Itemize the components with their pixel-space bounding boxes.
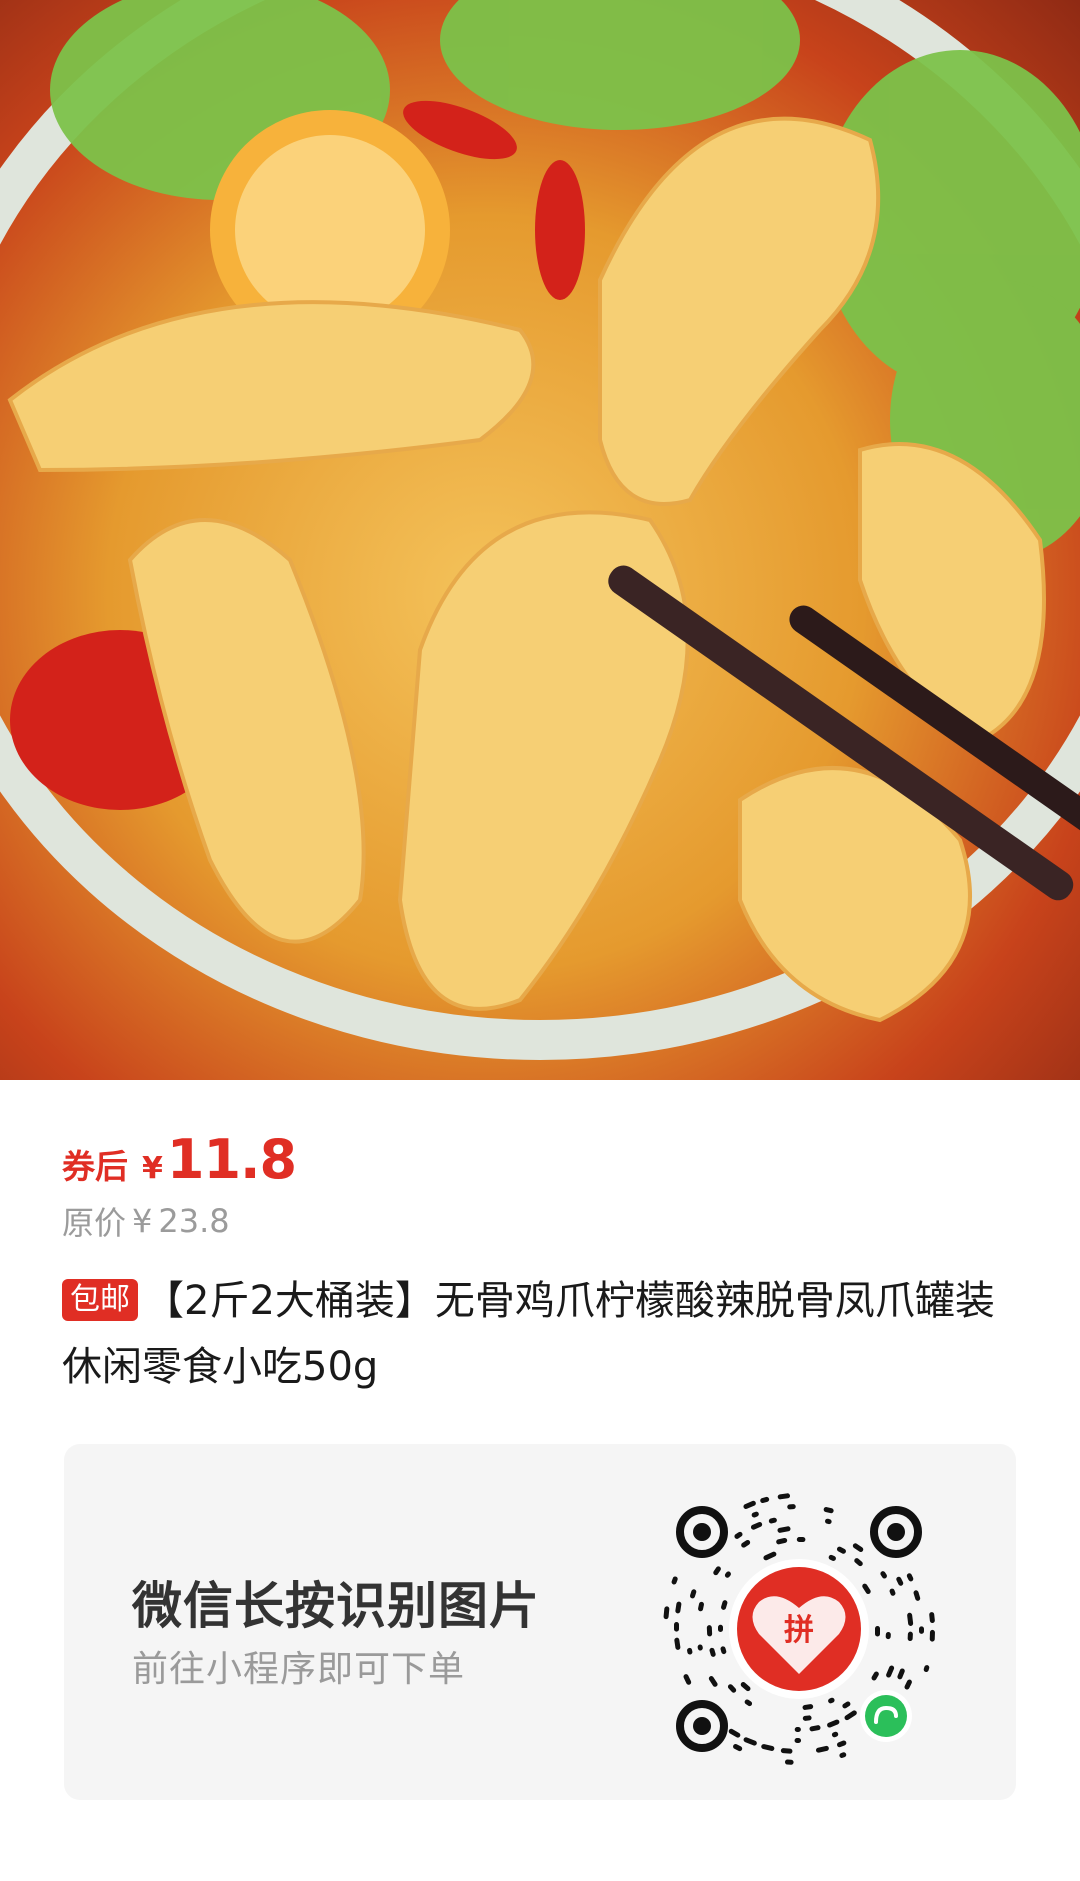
currency-symbol: ¥	[142, 1151, 163, 1186]
qr-module	[741, 1540, 751, 1548]
qr-module	[683, 1674, 692, 1685]
free-shipping-badge: 包邮	[62, 1279, 138, 1321]
qr-module	[823, 1507, 834, 1514]
qr-module	[875, 1626, 880, 1637]
qr-module	[839, 1752, 847, 1758]
qr-module	[687, 1647, 693, 1655]
qr-card-subtitle: 前往小程序即可下单	[132, 1649, 466, 1690]
coupon-price: 11.8	[166, 1128, 297, 1191]
qr-module	[796, 1536, 806, 1543]
qr-module	[777, 1493, 791, 1500]
original-currency-symbol: ¥	[132, 1202, 153, 1240]
qr-module	[836, 1546, 846, 1554]
mini-program-qr-code[interactable]: 拼	[654, 1484, 944, 1774]
qr-module	[842, 1701, 851, 1709]
qr-module	[923, 1665, 930, 1673]
price-row: 券后 ¥ 11.8	[62, 1128, 297, 1198]
product-title-text: 【2斤2大桶装】无骨鸡爪柠檬酸辣脱骨凤爪罐装休闲零食小吃50g	[62, 1278, 995, 1390]
qr-module	[918, 1626, 925, 1634]
mini-program-icon	[865, 1695, 907, 1737]
qr-module	[750, 1521, 763, 1530]
qr-module	[720, 1646, 727, 1655]
coupon-price-label: 券后	[62, 1147, 128, 1186]
qr-module	[663, 1606, 670, 1620]
qr-module	[815, 1745, 829, 1753]
qr-module	[844, 1710, 857, 1721]
qr-module	[698, 1601, 704, 1612]
qr-module	[708, 1676, 718, 1687]
qr-module	[828, 1697, 835, 1704]
qr-module	[907, 1612, 914, 1626]
qr-module	[734, 1531, 743, 1539]
qr-module	[825, 1518, 832, 1525]
qr-module	[709, 1647, 716, 1657]
qr-module	[885, 1632, 891, 1640]
qr-module	[763, 1551, 777, 1561]
qr-module	[913, 1590, 921, 1601]
qr-module	[854, 1558, 863, 1567]
qr-module	[706, 1625, 713, 1637]
qr-module	[760, 1496, 770, 1504]
qr-module	[784, 1759, 794, 1765]
qr-module	[831, 1731, 839, 1738]
qr-module	[787, 1504, 796, 1510]
qr-card-title: 微信长按识别图片	[132, 1577, 540, 1635]
qr-module	[794, 1737, 802, 1744]
original-price-row: 原价 ¥ 23.8	[62, 1198, 230, 1244]
qr-module	[690, 1589, 697, 1599]
qr-module	[751, 1511, 759, 1518]
qr-module	[733, 1744, 743, 1752]
qr-module	[743, 1737, 757, 1746]
original-price: 23.8	[158, 1202, 230, 1240]
qr-module	[780, 1748, 793, 1754]
product-photo-illustration	[0, 0, 1080, 1060]
qr-module	[862, 1583, 871, 1595]
qr-module	[827, 1719, 840, 1728]
qr-module	[852, 1543, 864, 1552]
qr-module	[837, 1740, 847, 1748]
qr-module	[740, 1682, 751, 1692]
qr-module	[906, 1573, 914, 1582]
qr-module	[743, 1500, 756, 1509]
qr-module	[728, 1728, 741, 1738]
qr-module	[674, 1637, 681, 1650]
qr-module	[721, 1600, 728, 1610]
qr-module	[697, 1644, 703, 1651]
qr-module	[761, 1744, 775, 1751]
qr-module	[871, 1671, 879, 1681]
product-photo[interactable]	[0, 0, 1080, 1080]
qr-module	[673, 1622, 680, 1632]
qr-module	[671, 1576, 678, 1585]
qr-module	[718, 1624, 723, 1632]
qr-module	[896, 1576, 904, 1586]
qr-module	[907, 1631, 913, 1642]
qr-card: 微信长按识别图片 前往小程序即可下单 拼	[64, 1444, 1016, 1800]
qr-module	[809, 1725, 821, 1732]
qr-module	[802, 1715, 812, 1721]
qr-module	[929, 1612, 935, 1624]
qr-module	[794, 1726, 801, 1732]
qr-module	[776, 1537, 788, 1545]
qr-module	[897, 1668, 905, 1680]
qr-module	[675, 1601, 682, 1614]
qr-module	[777, 1526, 791, 1533]
original-price-label: 原价	[62, 1204, 127, 1242]
qr-module	[880, 1571, 887, 1579]
qr-module	[904, 1679, 912, 1690]
qr-module	[886, 1665, 895, 1678]
qr-module	[802, 1704, 814, 1710]
logo-char: 拼	[784, 1613, 814, 1648]
qr-module	[744, 1699, 753, 1707]
qr-module	[727, 1684, 737, 1693]
qr-module	[828, 1554, 836, 1561]
qr-module	[929, 1629, 935, 1642]
qr-module	[724, 1571, 731, 1578]
qr-module	[768, 1517, 777, 1524]
product-title[interactable]: 包邮 【2斤2大桶装】无骨鸡爪柠檬酸辣脱骨凤爪罐装休闲零食小吃50g	[62, 1268, 1022, 1400]
qr-module	[889, 1588, 896, 1596]
qr-module	[713, 1566, 721, 1576]
